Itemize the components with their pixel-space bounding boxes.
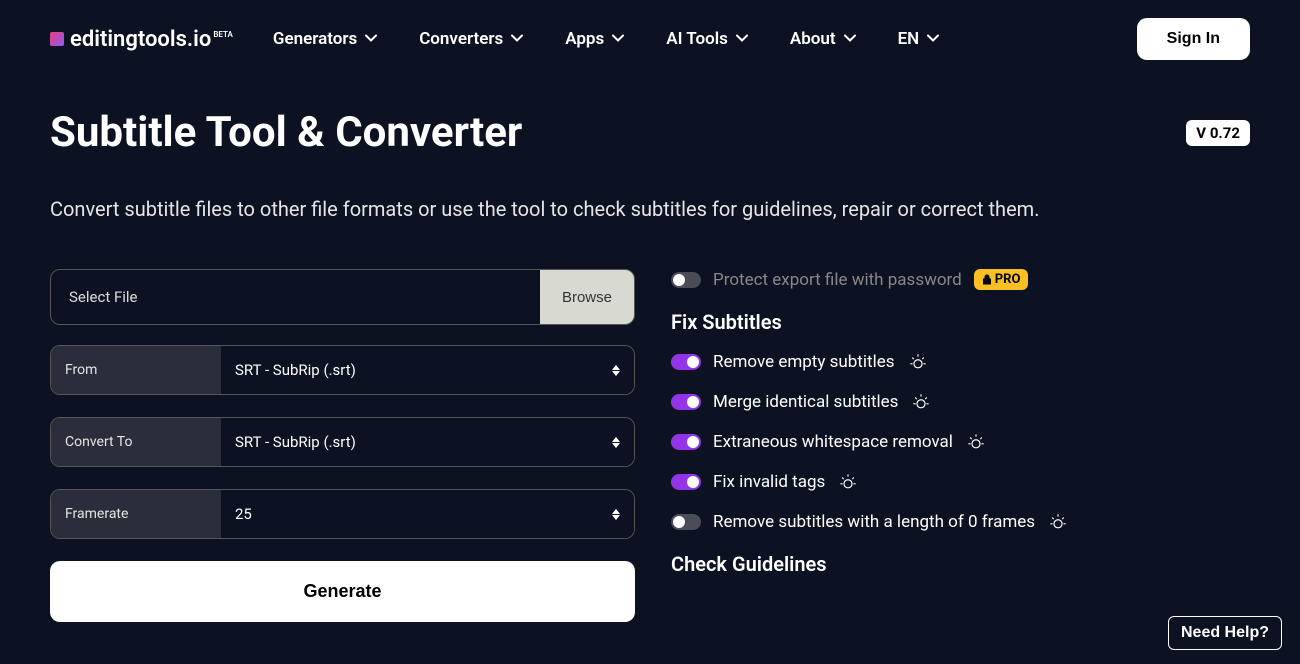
signin-button[interactable]: Sign In — [1137, 18, 1250, 60]
nav-ai-tools[interactable]: AI Tools — [666, 29, 746, 49]
file-input[interactable]: Select File — [51, 270, 540, 324]
logo[interactable]: editingtools.io BETA — [50, 27, 233, 52]
nav-generators[interactable]: Generators — [273, 29, 375, 49]
select-arrows-icon — [612, 509, 620, 520]
from-label: From — [51, 346, 221, 394]
nav: Generators Converters Apps AI Tools Abou… — [273, 29, 937, 49]
nav-about[interactable]: About — [790, 29, 854, 49]
file-select: Select File Browse — [50, 269, 635, 325]
lightbulb-icon[interactable] — [912, 393, 930, 411]
fix-label: Fix invalid tags — [713, 472, 825, 492]
convert-to-label: Convert To — [51, 418, 221, 466]
framerate-row: Framerate 25 — [50, 489, 635, 539]
fix-toggle[interactable] — [671, 474, 701, 490]
chevron-down-icon — [365, 34, 375, 44]
convert-to-select[interactable]: SRT - SubRip (.srt) — [221, 418, 634, 466]
protect-row: Protect export file with password PRO — [671, 269, 1250, 290]
fix-label: Remove empty subtitles — [713, 352, 895, 372]
version-badge: V 0.72 — [1186, 120, 1250, 146]
fix-option-row: Merge identical subtitles — [671, 392, 1250, 412]
fix-toggle[interactable] — [671, 394, 701, 410]
lightbulb-icon[interactable] — [967, 433, 985, 451]
from-select[interactable]: SRT - SubRip (.srt) — [221, 346, 634, 394]
browse-button[interactable]: Browse — [540, 270, 634, 324]
fix-option-row: Remove subtitles with a length of 0 fram… — [671, 512, 1250, 532]
fix-toggle[interactable] — [671, 514, 701, 530]
framerate-select[interactable]: 25 — [221, 490, 634, 538]
chevron-down-icon — [511, 34, 521, 44]
generate-button[interactable]: Generate — [50, 561, 635, 622]
from-row: From SRT - SubRip (.srt) — [50, 345, 635, 395]
chevron-down-icon — [927, 34, 937, 44]
right-column: Protect export file with password PRO Fi… — [671, 269, 1250, 622]
chevron-down-icon — [736, 34, 746, 44]
title-row: Subtitle Tool & Converter V 0.72 — [50, 108, 1250, 157]
fix-label: Remove subtitles with a length of 0 fram… — [713, 512, 1035, 532]
nav-apps[interactable]: Apps — [565, 29, 622, 49]
convert-to-row: Convert To SRT - SubRip (.srt) — [50, 417, 635, 467]
header: editingtools.io BETA Generators Converte… — [0, 0, 1300, 78]
fix-heading: Fix Subtitles — [671, 310, 1250, 334]
select-arrows-icon — [612, 437, 620, 448]
nav-language[interactable]: EN — [898, 29, 938, 49]
pro-badge: PRO — [974, 269, 1029, 290]
page-title: Subtitle Tool & Converter — [50, 108, 522, 157]
chevron-down-icon — [844, 34, 854, 44]
page-subtitle: Convert subtitle files to other file for… — [50, 197, 1250, 221]
lightbulb-icon[interactable] — [839, 473, 857, 491]
fix-toggle[interactable] — [671, 434, 701, 450]
fix-label: Merge identical subtitles — [713, 392, 898, 412]
protect-toggle[interactable] — [671, 272, 701, 288]
fix-toggle[interactable] — [671, 354, 701, 370]
protect-label: Protect export file with password — [713, 270, 962, 290]
lightbulb-icon[interactable] — [909, 353, 927, 371]
logo-beta: BETA — [213, 30, 233, 39]
main: Subtitle Tool & Converter V 0.72 Convert… — [0, 78, 1300, 652]
content: Select File Browse From SRT - SubRip (.s… — [50, 269, 1250, 622]
framerate-label: Framerate — [51, 490, 221, 538]
fix-option-row: Fix invalid tags — [671, 472, 1250, 492]
fix-label: Extraneous whitespace removal — [713, 432, 953, 452]
logo-icon — [50, 32, 64, 46]
left-column: Select File Browse From SRT - SubRip (.s… — [50, 269, 635, 622]
fix-option-row: Extraneous whitespace removal — [671, 432, 1250, 452]
select-arrows-icon — [612, 365, 620, 376]
chevron-down-icon — [612, 34, 622, 44]
check-heading: Check Guidelines — [671, 552, 1250, 576]
lock-icon — [982, 274, 992, 285]
nav-converters[interactable]: Converters — [419, 29, 521, 49]
need-help-button[interactable]: Need Help? — [1168, 616, 1282, 650]
lightbulb-icon[interactable] — [1049, 513, 1067, 531]
fix-option-row: Remove empty subtitles — [671, 352, 1250, 372]
logo-text: editingtools.io — [70, 27, 211, 52]
